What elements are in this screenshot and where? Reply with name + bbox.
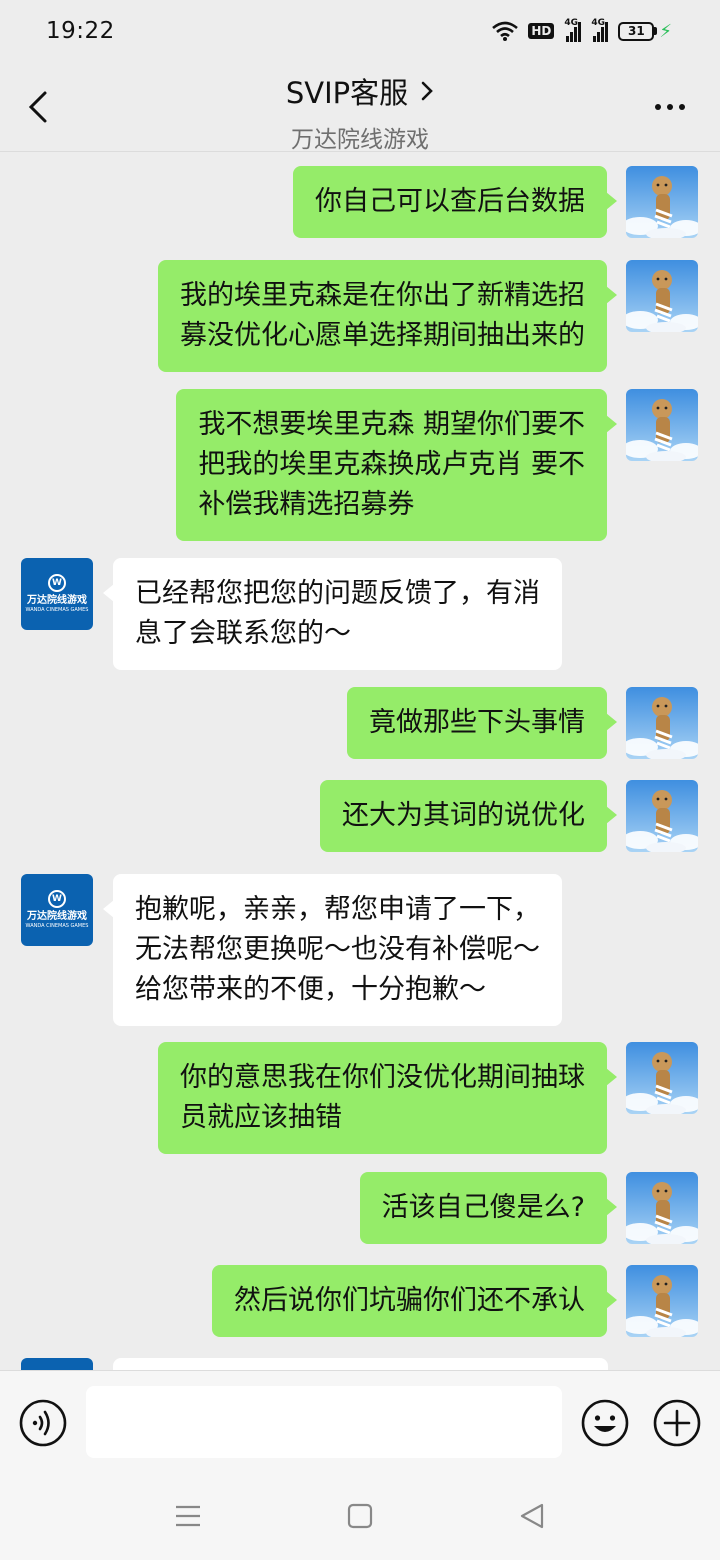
message-bubble-sent[interactable]: 我不想要埃里克森 期望你们要不 把我的埃里克森换成卢克肖 要不 补偿我精选招募券 xyxy=(176,389,617,541)
back-triangle-icon xyxy=(520,1503,544,1529)
chevron-right-icon xyxy=(421,81,433,101)
wanda-logo-icon: W 万达院线游戏 WANDA CINEMAS GAMES xyxy=(21,558,93,630)
more-options-button[interactable] xyxy=(650,92,690,122)
more-functions-button[interactable] xyxy=(652,1398,702,1452)
logo-cn-text: 万达院线游戏 xyxy=(27,595,87,606)
logo-en-text: WANDA CINEMAS GAMES xyxy=(25,923,89,929)
user-avatar[interactable] xyxy=(626,389,698,461)
battery-icon: 31 ⚡ xyxy=(618,21,672,42)
signal-icon-2: 4G xyxy=(591,18,609,42)
agent-avatar[interactable]: W 万达院线游戏 WANDA CINEMAS GAMES xyxy=(21,558,93,630)
dot-icon xyxy=(655,104,661,110)
wifi-icon xyxy=(492,21,519,41)
user-avatar-image xyxy=(626,166,698,238)
nav-home-button[interactable] xyxy=(346,1502,374,1534)
input-bar xyxy=(0,1370,720,1474)
signal-icon: 4G xyxy=(564,18,582,42)
user-avatar[interactable] xyxy=(626,1042,698,1114)
user-avatar[interactable] xyxy=(626,1172,698,1244)
message-input[interactable] xyxy=(86,1386,562,1458)
user-avatar-image xyxy=(626,780,698,852)
message-bubble-sent[interactable]: 竟做那些下头事情 xyxy=(347,687,617,759)
dot-icon xyxy=(667,104,673,110)
wanda-logo-icon: W 万达院线游戏 WANDA CINEMAS GAMES xyxy=(21,1358,93,1370)
message-bubble-received[interactable]: 抱歉呢，亲亲，帮您申请了一下， 无法帮您更换呢～也没有补偿呢～ 给您带来的不便，… xyxy=(103,874,562,1026)
hd-badge: HD xyxy=(528,23,555,39)
dot-icon xyxy=(679,104,685,110)
network-label: 4G xyxy=(564,18,579,28)
message-bubble-sent[interactable]: 还大为其词的说优化 xyxy=(320,780,617,852)
emoji-button[interactable] xyxy=(580,1398,630,1452)
status-icons: HD 4G 4G 31 ⚡ xyxy=(492,18,672,42)
system-nav-bar xyxy=(0,1474,720,1560)
logo-cn-text: 万达院线游戏 xyxy=(27,911,87,922)
user-avatar[interactable] xyxy=(626,166,698,238)
emoji-icon xyxy=(581,1399,629,1447)
user-avatar-image xyxy=(626,1172,698,1244)
message-bubble-sent[interactable]: 活该自己傻是么? xyxy=(359,1172,618,1244)
user-avatar[interactable] xyxy=(626,687,698,759)
message-list[interactable]: 你自己可以查后台数据 我的埃里克森是在你出了新精选招 募没优化心愿单选择期间抽出… xyxy=(0,152,720,1370)
user-avatar[interactable] xyxy=(626,260,698,332)
user-avatar-image xyxy=(626,687,698,759)
wanda-logo-icon: W 万达院线游戏 WANDA CINEMAS GAMES xyxy=(21,874,93,946)
user-avatar[interactable] xyxy=(626,780,698,852)
message-bubble-received[interactable]: 已经帮您把您的问题反馈了，有消 息了会联系您的～ xyxy=(103,558,562,670)
nav-back-button[interactable] xyxy=(518,1502,546,1534)
home-square-icon xyxy=(347,1503,373,1529)
plus-icon xyxy=(653,1399,701,1447)
message-bubble-sent[interactable]: 我的埃里克森是在你出了新精选招 募没优化心愿单选择期间抽出来的 xyxy=(158,260,617,372)
user-avatar-image xyxy=(626,1042,698,1114)
logo-en-text: WANDA CINEMAS GAMES xyxy=(25,607,89,613)
user-avatar-image xyxy=(626,389,698,461)
status-bar: 19:22 HD 4G 4G 31 ⚡ xyxy=(0,0,720,62)
nav-menu-button[interactable] xyxy=(174,1502,202,1534)
message-bubble-sent[interactable]: 然后说你们坑骗你们还不承认 xyxy=(212,1265,617,1337)
agent-avatar[interactable]: W 万达院线游戏 WANDA CINEMAS GAMES xyxy=(21,874,93,946)
chat-title: SVIP客服 xyxy=(285,76,409,110)
message-bubble-received[interactable] xyxy=(113,1358,608,1370)
status-time: 19:22 xyxy=(46,18,115,44)
user-avatar[interactable] xyxy=(626,1265,698,1337)
menu-icon xyxy=(176,1505,200,1527)
agent-avatar[interactable]: W 万达院线游戏 WANDA CINEMAS GAMES xyxy=(21,1358,93,1370)
voice-icon xyxy=(19,1399,67,1447)
voice-button[interactable] xyxy=(19,1399,67,1451)
chat-header: SVIP客服 万达院线游戏 xyxy=(0,62,720,154)
user-avatar-image xyxy=(626,260,698,332)
user-avatar-image xyxy=(626,1265,698,1337)
charging-icon: ⚡ xyxy=(659,20,672,42)
chat-subtitle: 万达院线游戏 xyxy=(291,127,429,153)
battery-level: 31 xyxy=(618,21,655,41)
message-bubble-sent[interactable]: 你自己可以查后台数据 xyxy=(293,166,617,238)
network-label-2: 4G xyxy=(591,18,606,28)
message-bubble-sent[interactable]: 你的意思我在你们没优化期间抽球 员就应该抽错 xyxy=(158,1042,617,1154)
title-area[interactable]: SVIP客服 万达院线游戏 xyxy=(0,70,720,154)
